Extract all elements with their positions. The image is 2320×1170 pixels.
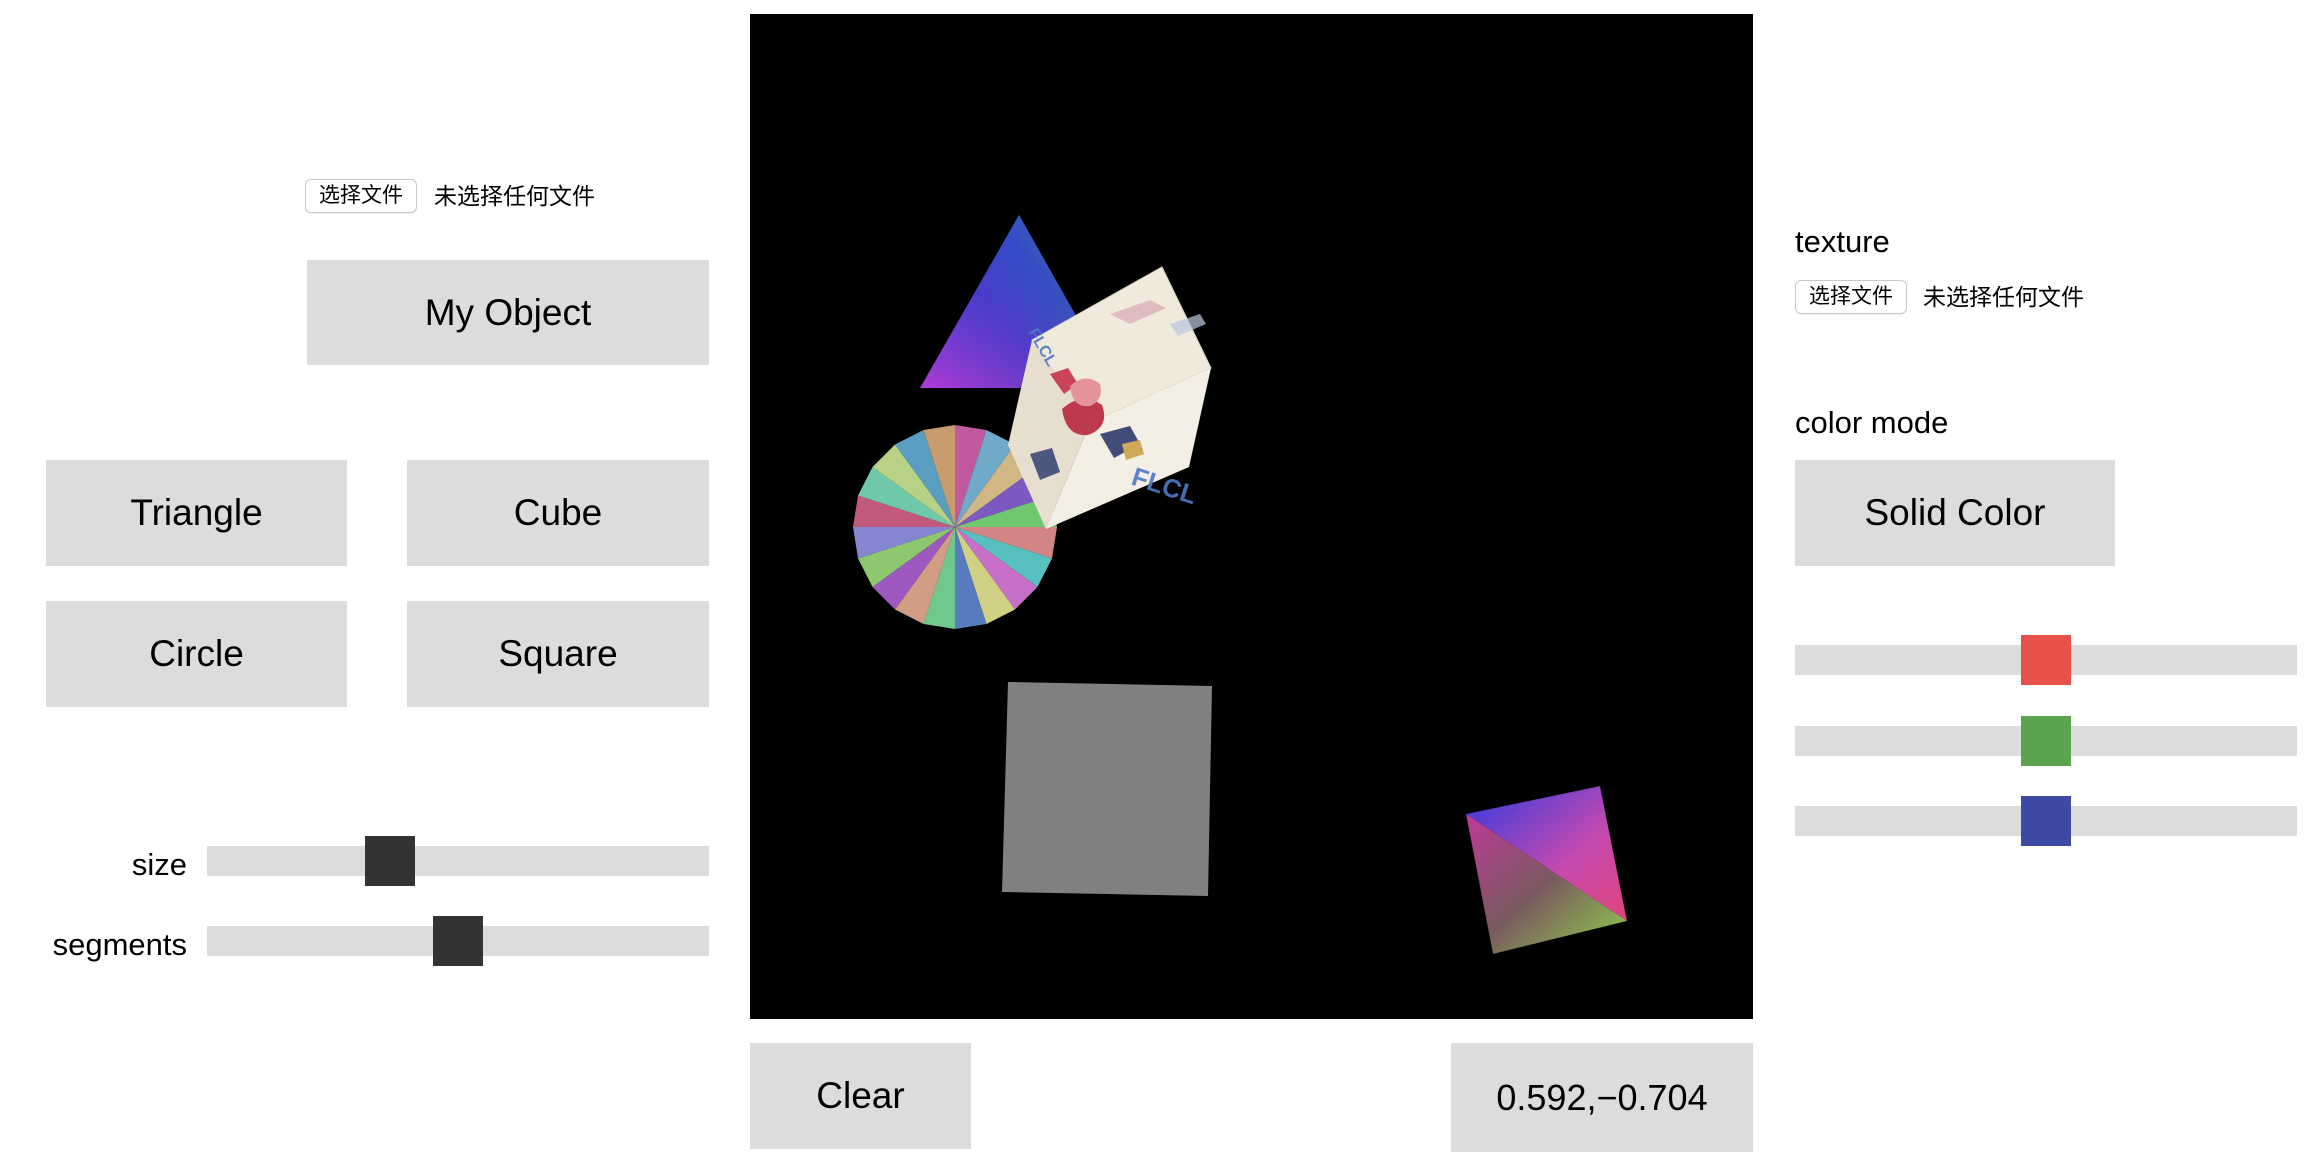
object-file-choose-button[interactable]: 选择文件 — [305, 179, 417, 213]
triangle-button[interactable]: Triangle — [46, 460, 347, 566]
size-slider-thumb[interactable] — [365, 836, 416, 886]
texture-file-status: 未选择任何文件 — [1923, 284, 2084, 310]
object-file-status: 未选择任何文件 — [434, 183, 595, 209]
color-mode-label: color mode — [1795, 405, 1949, 440]
red-slider-thumb[interactable] — [2021, 635, 2071, 685]
cube-button[interactable]: Cube — [407, 460, 709, 566]
diamond-shape — [1465, 785, 1628, 955]
circle-button[interactable]: Circle — [46, 601, 347, 707]
size-label: size — [131, 847, 187, 882]
square-shape — [1002, 682, 1212, 896]
webgl-canvas[interactable]: FLCL FLCL — [750, 14, 1753, 1019]
coordinate-readout: 0.592,−0.704 — [1451, 1043, 1753, 1152]
segments-label: segments — [52, 927, 187, 962]
size-slider[interactable] — [207, 836, 709, 886]
red-slider[interactable] — [1795, 635, 2297, 685]
green-slider-thumb[interactable] — [2021, 716, 2071, 766]
segments-slider[interactable] — [207, 916, 709, 966]
blue-slider-thumb[interactable] — [2021, 796, 2071, 846]
my-object-button[interactable]: My Object — [307, 260, 709, 365]
texture-file-choose-button[interactable]: 选择文件 — [1795, 280, 1907, 314]
canvas-scene: FLCL FLCL — [853, 215, 1628, 955]
color-mode-button[interactable]: Solid Color — [1795, 460, 2115, 566]
square-button[interactable]: Square — [407, 601, 709, 707]
texture-label: texture — [1795, 224, 1890, 259]
clear-button[interactable]: Clear — [750, 1043, 971, 1149]
segments-slider-thumb[interactable] — [433, 916, 483, 966]
blue-slider[interactable] — [1795, 796, 2297, 846]
green-slider[interactable] — [1795, 716, 2297, 766]
